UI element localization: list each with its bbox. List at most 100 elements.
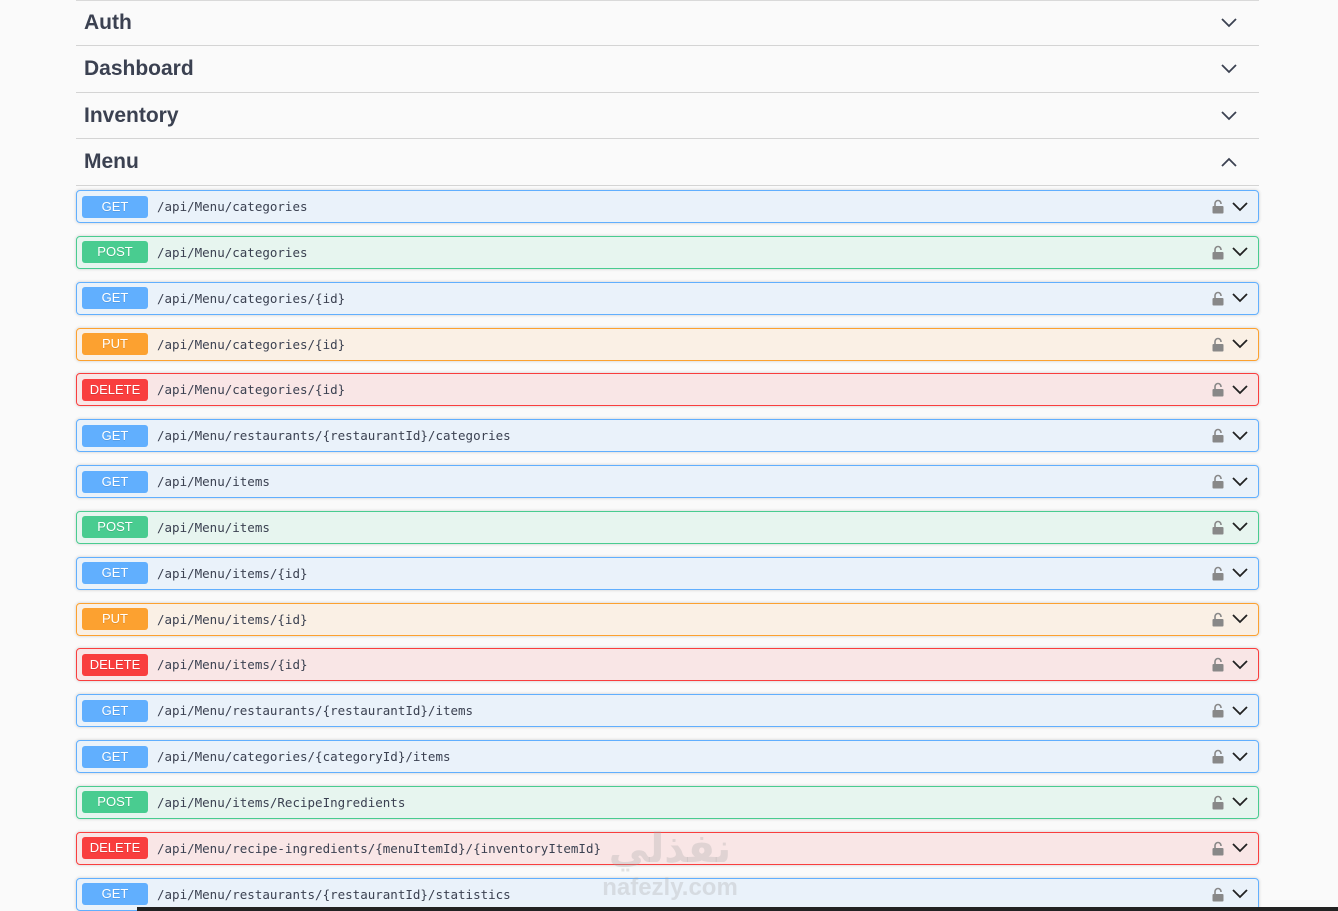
chevron-down-icon[interactable] [1231,243,1249,261]
method-badge: GET [82,195,148,218]
operation-path: /api/Menu/items/{id} [157,611,308,627]
operation-delete-recipe-ingredient[interactable]: DELETE /api/Menu/recipe-ingredients/{men… [76,831,1259,865]
chevron-down-icon[interactable] [1231,381,1249,399]
lock-icon[interactable] [1211,657,1225,673]
chevron-down-icon[interactable] [1231,473,1249,491]
chevron-down-icon[interactable] [1219,13,1239,33]
lock-icon[interactable] [1211,244,1225,260]
operation-get-category-by-id[interactable]: GET /api/Menu/categories/{id} [76,281,1259,315]
operation-get-items[interactable]: GET /api/Menu/items [76,465,1259,499]
operation-path: /api/Menu/recipe-ingredients/{menuItemId… [157,840,602,856]
chevron-down-icon[interactable] [1231,335,1249,353]
chevron-down-icon[interactable] [1231,289,1249,307]
chevron-down-icon[interactable] [1231,198,1249,216]
tag-section-inventory: Inventory [76,93,1259,139]
method-badge: GET [82,424,148,447]
chevron-down-icon[interactable] [1231,656,1249,674]
operations-list: GET /api/Menu/categories POST /api/Menu/… [76,186,1259,911]
chevron-down-icon[interactable] [1231,839,1249,857]
tag-title: Inventory [84,103,179,127]
method-badge: GET [82,745,148,768]
operation-get-item-by-id[interactable]: GET /api/Menu/items/{id} [76,556,1259,590]
tag-section-dashboard: Dashboard [76,46,1259,93]
chevron-down-icon[interactable] [1231,885,1249,903]
chevron-down-icon[interactable] [1231,564,1249,582]
lock-icon[interactable] [1211,886,1225,902]
operation-post-categories[interactable]: POST /api/Menu/categories [76,235,1259,269]
method-badge: POST [82,791,148,814]
lock-icon[interactable] [1211,382,1225,398]
tag-header-dashboard[interactable]: Dashboard [76,46,1259,93]
lock-icon[interactable] [1211,519,1225,535]
operation-path: /api/Menu/items/RecipeIngredients [157,794,406,810]
method-badge: PUT [82,333,148,356]
method-badge: GET [82,883,148,906]
chevron-down-icon[interactable] [1231,610,1249,628]
method-badge: GET [82,287,148,310]
chevron-down-icon[interactable] [1231,518,1249,536]
lock-icon[interactable] [1211,474,1225,490]
lock-icon[interactable] [1211,336,1225,352]
operation-path: /api/Menu/categories [157,244,308,260]
operation-path: /api/Menu/categories [157,199,308,214]
tag-section-menu: Menu GET /api/Menu/categories POST /api/… [76,139,1259,911]
tag-list: Auth Dashboard Inventory Menu GET /api/M… [76,0,1259,911]
operation-delete-category[interactable]: DELETE /api/Menu/categories/{id} [76,373,1259,407]
operation-path: /api/Menu/categories/{id} [157,382,346,398]
method-badge: GET [82,470,148,493]
operation-delete-item[interactable]: DELETE /api/Menu/items/{id} [76,648,1259,682]
lock-icon[interactable] [1211,290,1225,306]
method-badge: DELETE [82,653,148,676]
operation-get-restaurant-statistics[interactable]: GET /api/Menu/restaurants/{restaurantId}… [76,877,1259,911]
operation-get-category-items[interactable]: GET /api/Menu/categories/{categoryId}/it… [76,740,1259,774]
operation-put-category[interactable]: PUT /api/Menu/categories/{id} [76,327,1259,361]
lock-icon[interactable] [1211,565,1225,581]
chevron-down-icon[interactable] [1219,59,1239,79]
swagger-page: Auth Dashboard Inventory Menu GET /api/M… [0,0,1338,911]
operation-path: /api/Menu/categories/{id} [157,290,346,306]
lock-icon[interactable] [1211,611,1225,627]
tag-section-auth: Auth [76,0,1259,46]
operation-path: /api/Menu/restaurants/{restaurantId}/sta… [157,886,511,902]
bottom-scroll-edge [137,907,1338,911]
operation-path: /api/Menu/items/{id} [157,565,308,581]
method-badge: POST [82,241,148,264]
chevron-down-icon[interactable] [1219,106,1239,126]
operation-path: /api/Menu/categories/{id} [157,336,346,352]
method-badge: GET [82,699,148,722]
method-badge: GET [82,562,148,585]
lock-icon[interactable] [1211,794,1225,810]
lock-icon[interactable] [1211,840,1225,856]
operation-post-recipe-ingredients[interactable]: POST /api/Menu/items/RecipeIngredients [76,785,1259,819]
chevron-down-icon[interactable] [1231,427,1249,445]
chevron-down-icon[interactable] [1231,702,1249,720]
tag-header-menu[interactable]: Menu [76,139,1259,186]
lock-icon[interactable] [1211,428,1225,444]
lock-icon[interactable] [1211,199,1225,215]
operation-path: /api/Menu/categories/{categoryId}/items [157,749,451,765]
method-badge: DELETE [82,837,148,860]
operation-get-restaurant-items[interactable]: GET /api/Menu/restaurants/{restaurantId}… [76,694,1259,728]
operation-put-item[interactable]: PUT /api/Menu/items/{id} [76,602,1259,636]
method-badge: DELETE [82,378,148,401]
chevron-down-icon[interactable] [1231,793,1249,811]
operation-path: /api/Menu/items [157,519,270,535]
lock-icon[interactable] [1211,749,1225,765]
operation-path: /api/Menu/items/{id} [157,657,308,673]
operation-post-items[interactable]: POST /api/Menu/items [76,510,1259,544]
operation-path: /api/Menu/restaurants/{restaurantId}/ite… [157,703,474,719]
operation-path: /api/Menu/restaurants/{restaurantId}/cat… [157,428,511,444]
tag-title: Auth [84,11,132,34]
tag-header-auth[interactable]: Auth [76,1,1259,46]
tag-title: Menu [84,150,139,173]
method-badge: POST [82,516,148,539]
tag-header-inventory[interactable]: Inventory [76,93,1259,139]
chevron-up-icon[interactable] [1219,152,1239,172]
operation-path: /api/Menu/items [157,474,270,490]
method-badge: PUT [82,608,148,631]
tag-title: Dashboard [84,57,194,80]
chevron-down-icon[interactable] [1231,748,1249,766]
lock-icon[interactable] [1211,703,1225,719]
operation-get-categories[interactable]: GET /api/Menu/categories [76,190,1259,223]
operation-get-restaurant-categories[interactable]: GET /api/Menu/restaurants/{restaurantId}… [76,419,1259,453]
